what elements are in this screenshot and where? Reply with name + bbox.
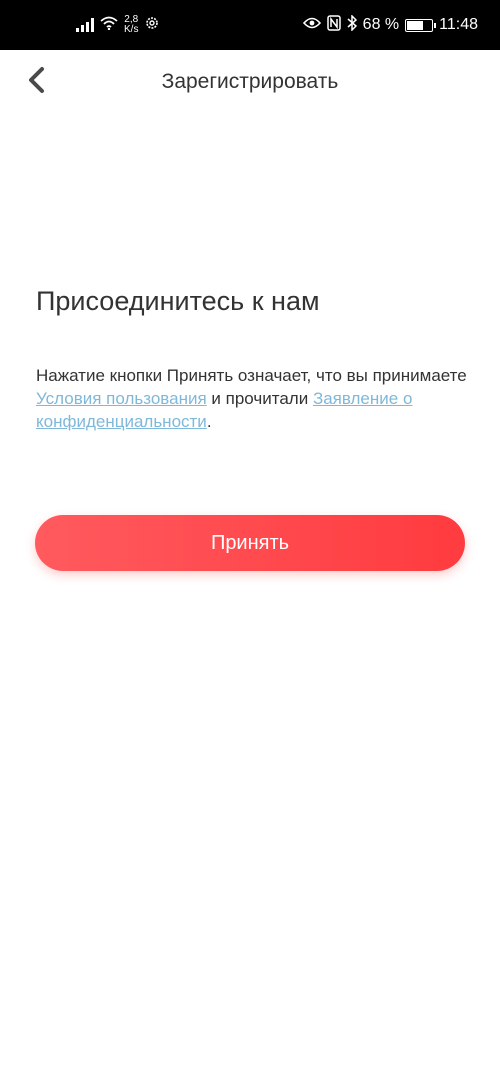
signal-icon [76,18,94,32]
status-left: 2,8 K/s [76,14,160,36]
main-heading: Присоединитесь к нам [36,286,320,316]
bluetooth-icon [347,13,357,36]
status-right: 68 % 11:48 [302,13,478,36]
network-speed: 2,8 K/s [124,15,138,35]
nfc-icon [326,14,341,36]
page-title: Зарегистрировать [161,70,339,93]
terms-text: Нажатие кнопки Принять означает, что вы … [36,364,476,433]
battery-fill [407,20,424,30]
eye-icon [302,16,321,34]
accept-button[interactable]: Принять [35,515,465,571]
status-bar: 2,8 K/s 68 % 11:48 [0,0,500,50]
settings-icon [144,15,160,36]
clock: 11:48 [439,16,478,33]
battery-icon [405,18,437,32]
wifi-icon [100,16,118,35]
header: Зарегистрировать [0,50,500,112]
terms-of-use-link[interactable]: Условия пользования [36,389,207,408]
battery-percent: 68 % [362,16,400,33]
network-speed-unit: K/s [124,24,139,35]
terms-suffix: . [206,412,212,431]
terms-prefix: Нажатие кнопки Принять означает, что вы … [36,366,467,385]
terms-middle: и прочитали [206,389,313,408]
